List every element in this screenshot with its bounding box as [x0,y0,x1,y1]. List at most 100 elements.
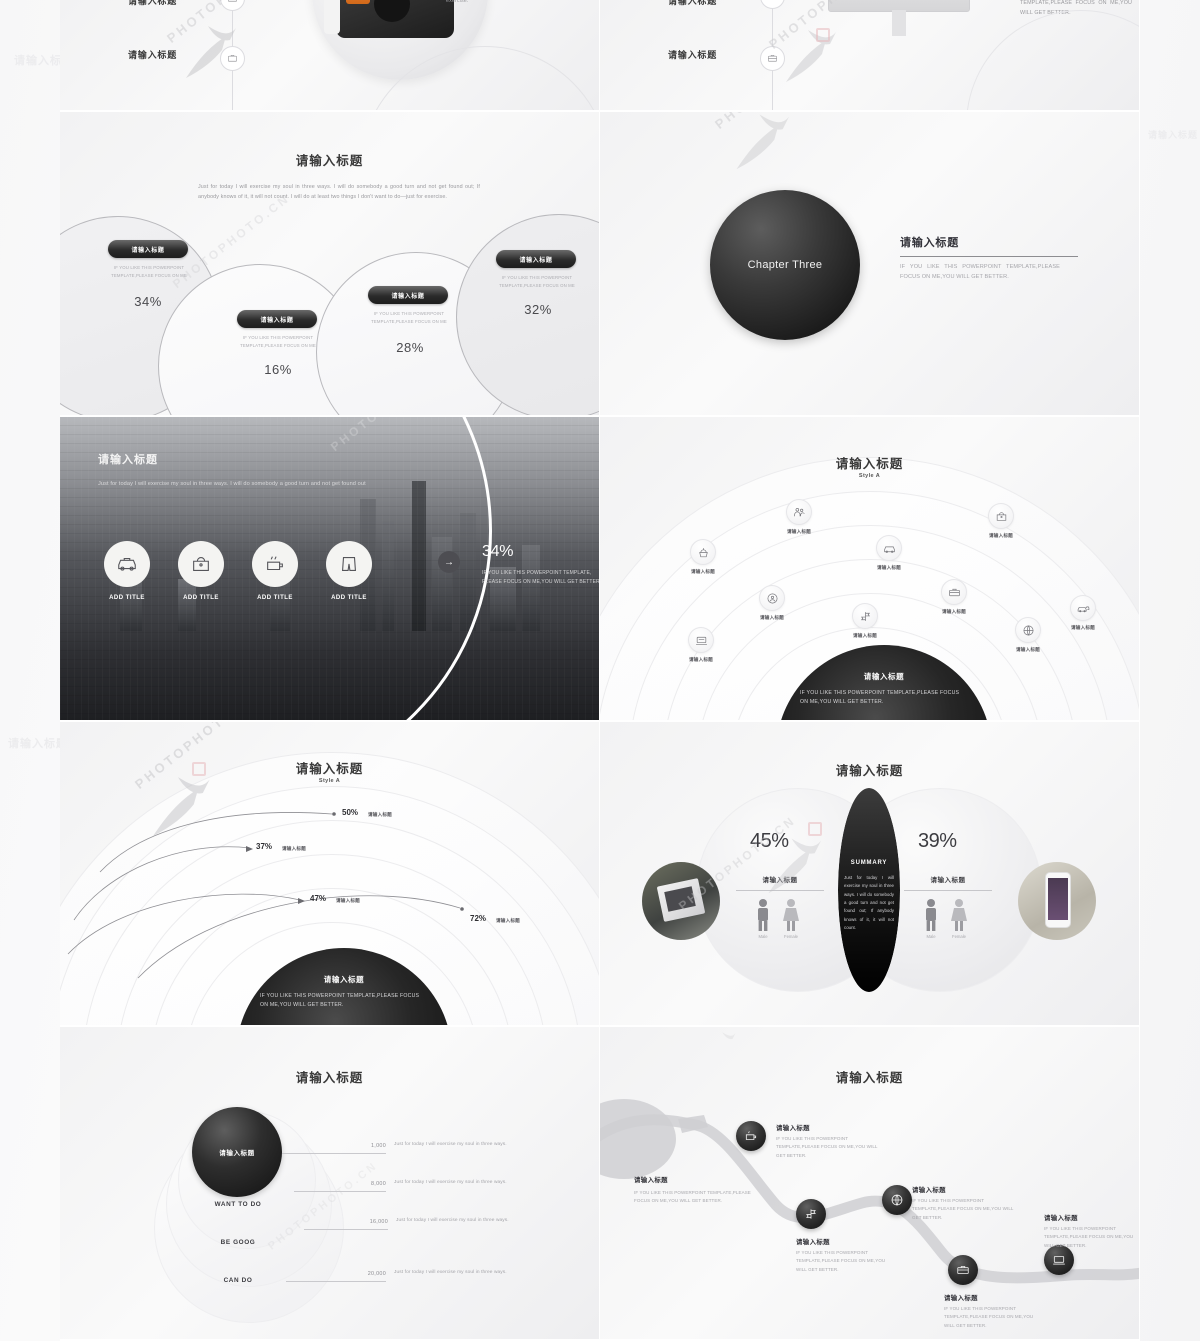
globe-icon-node[interactable] [882,1185,912,1215]
briefcase-icon[interactable] [941,579,967,605]
slide-venn[interactable]: 请输入标题 45% 请输入标题 39% 请输入标题 SUMMARY Just f… [600,722,1140,1027]
slide1-title: 请输入标题 [295,154,364,168]
people-icon[interactable] [786,499,812,525]
male-label-right: Male [926,934,936,939]
slide4-style-label: Style A [858,473,881,479]
chapter-label: Chapter Three [747,259,823,271]
arc-label-3: 请输入标题 [336,898,360,903]
slide-partial-top-right[interactable]: 请输入标题 请输入标题 C IF YOU LIKE THIS POWERPOIN… [600,0,1140,112]
partial-label-2: 请输入标题 [128,50,178,60]
slide4-title: 请输入标题 [835,457,904,471]
slide-gallery: 请输入标题 请输入标题 at least two things I don't … [60,0,1140,1341]
road-path [600,1099,1139,1284]
node-label-3: 请输入标题 [989,533,1013,538]
circle-node-icon-2[interactable] [220,46,245,71]
lead-desc-2: Just for today I will exercise my soul i… [394,1180,507,1185]
briefcase-icon-node[interactable] [948,1255,978,1285]
arrow-glyph: → [444,556,454,568]
caption-2: IF YOU LIKE THIS POWERPOINT TEMPLATE,PLE… [240,335,316,348]
node-label-8: 请输入标题 [1016,647,1040,652]
slide-road-timeline[interactable]: 请输入标题 请输入标题 IF YOU LIKE THIS POWERPOINT … [600,1027,1140,1341]
slide-city-icons[interactable]: 请输入标题 Just for today I will exercise my … [60,417,600,722]
male-label-left: Male [758,934,768,939]
circle-node-icon-1[interactable] [220,0,245,11]
slide-arc-percent[interactable]: 请输入标题 Style A 50% 请输入标题 37% 请输入标题 47% 请输… [60,722,600,1027]
watermark-seal-r [816,28,830,42]
step-title-5: 请输入标题 [944,1295,978,1302]
summary-body: Just for today I will exercise my soul i… [844,875,894,931]
slide-partial-top-left[interactable]: 请输入标题 请输入标题 at least two things I don't … [60,0,600,112]
arc-label-2: 请输入标题 [282,846,306,851]
pill-label-2[interactable]: 请输入标题 [237,310,317,328]
car-icon[interactable] [876,535,902,561]
node-label-7: 请输入标题 [853,633,877,638]
partial-r-label-1: 请输入标题 [668,0,718,6]
watermark-seal-5 [192,762,206,776]
circle-node-icon-r1[interactable] [760,0,785,9]
lead-desc-4: Just for today I will exercise my soul i… [394,1270,507,1275]
dome5-caps: IF YOU LIKE THIS POWERPOINT TEMPLATE,PLE… [260,993,420,1009]
step-desc-6: IF YOU LIKE THIS POWERPOINT TEMPLATE,PLE… [1044,1226,1134,1248]
circle-node-icon-r2[interactable] [760,46,785,71]
signpost-icon-node[interactable] [796,1199,826,1229]
location-pin-icon[interactable] [759,585,785,611]
coffee-cup-icon-node[interactable] [736,1121,766,1151]
device-stand [892,10,906,36]
partial-r-label-2: 请输入标题 [668,50,718,60]
caption-1: IF YOU LIKE THIS POWERPOINT TEMPLATE,PLE… [111,265,187,278]
caption-3: IF YOU LIKE THIS POWERPOINT TEMPLATE,PLE… [371,311,447,324]
venn-percent-left: 45% [750,830,789,852]
arc-percent-3: 47% [310,894,327,903]
laptop-icon[interactable] [688,627,714,653]
step-title-3: 请输入标题 [796,1239,830,1246]
screenshot-page: 请输入标题 请输入标题 请输入标题 请输入标题 请输入标题 exercise. … [0,0,1200,1341]
slide2-title: 请输入标题 [900,237,959,249]
pill-label-4[interactable]: 请输入标题 [496,250,576,268]
step-desc-5: IF YOU LIKE THIS POWERPOINT TEMPLATE,PLE… [944,1306,1034,1328]
lead-value-4: 20,000 [367,1271,386,1277]
step-title-1: 请输入标题 [634,1177,668,1184]
slide-nested-circles[interactable]: 请输入标题 请输入标题 WANT TO DO BE GOOG CAN DO 1,… [60,1027,600,1341]
node-label-9: 请输入标题 [1071,625,1095,630]
cars-icon[interactable] [1070,595,1096,621]
globe-icon[interactable] [1015,617,1041,643]
lead-desc-3: Just for today I will exercise my soul i… [396,1218,509,1223]
venn-label-left: 请输入标题 [762,877,798,884]
caption-4: IF YOU LIKE THIS POWERPOINT TEMPLATE,PLE… [499,275,575,288]
male-figure-right [922,898,940,937]
arrow-right-icon[interactable]: → [438,551,460,573]
step-desc-4: IF YOU LIKE THIS POWERPOINT TEMPLATE,PLE… [912,1198,1014,1220]
cupcake-icon[interactable] [690,539,716,565]
dome5-title: 请输入标题 [323,975,365,984]
white-arc [60,417,492,720]
handbag-icon-s4[interactable] [988,503,1014,529]
bg-watermark-left-2: 请输入标题 [8,738,68,750]
slide-overlapping-circles[interactable]: 请输入标题 Just for today I will exercise my … [60,112,600,417]
nest-core[interactable]: 请输入标题 [192,1107,282,1197]
percent-3: 28% [396,340,424,355]
bg-watermark-right: 请输入标题 [1148,130,1199,140]
slide-arc-icons[interactable]: 请输入标题 Style A 请输入标题 请输入标题 请输入标题 请输入标题 请输… [600,417,1140,722]
pill-label-3[interactable]: 请输入标题 [368,286,448,304]
slide-chapter-divider[interactable]: Chapter Three 请输入标题 IF YOU LIKE THIS POW… [600,112,1140,417]
pill-label-1[interactable]: 请输入标题 [108,240,188,258]
arc-percent-1: 50% [342,808,359,817]
lead-value-2: 8,000 [371,1181,386,1187]
venn-label-right: 请输入标题 [930,877,966,884]
slide1-intro: Just for today I will exercise my soul i… [198,184,480,200]
step-desc-3: IF YOU LIKE THIS POWERPOINT TEMPLATE,PLE… [796,1250,886,1272]
arc-label-4: 请输入标题 [496,918,520,923]
nest-label-4: CAN DO [223,1277,253,1284]
female-figure-right [950,898,968,937]
tablet-photo [642,862,720,940]
lead-line-4 [286,1281,386,1282]
signpost-icon[interactable] [852,603,878,629]
male-figure-left [754,898,772,937]
step-title-4: 请输入标题 [912,1187,946,1194]
lead-line-2 [294,1191,386,1192]
slide3-percent: 34% [482,543,514,560]
slide3-caps: IF YOU LIKE THIS POWERPOINT TEMPLATE, PL… [482,570,600,586]
chapter-ball[interactable]: Chapter Three [710,190,860,340]
nest-core-label: 请输入标题 [219,1150,255,1157]
nest-label-3: BE GOOG [220,1239,256,1246]
